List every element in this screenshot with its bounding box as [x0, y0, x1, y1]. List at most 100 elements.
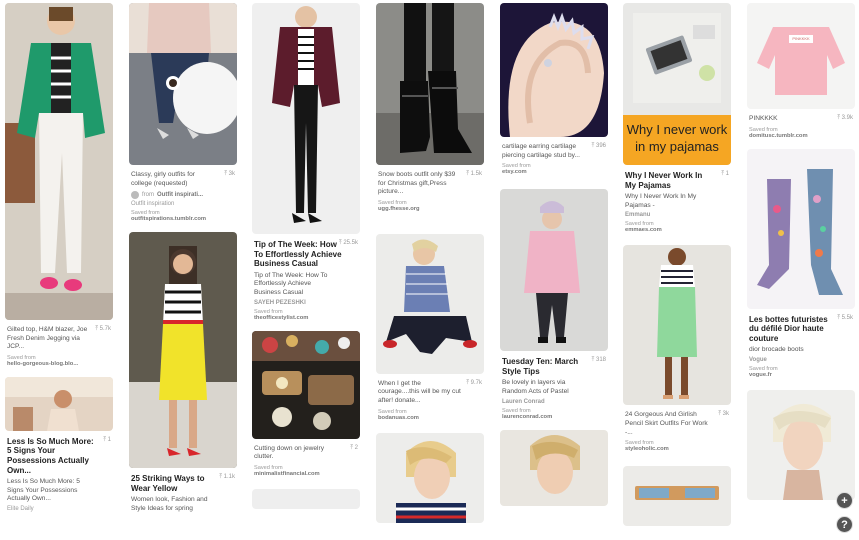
source-link[interactable]: bodanuas.com: [378, 415, 482, 421]
source-link[interactable]: domitusc.tumblr.com: [749, 133, 853, 139]
pin-photo-ear-piercing: [500, 3, 608, 137]
pin-description: cartilage earring cartilage piercing car…: [502, 143, 580, 159]
pin-card[interactable]: PINKKKK PINKKKK ⤒ 3.9k Saved from domitu…: [747, 3, 855, 139]
source-link[interactable]: styleoholic.com: [625, 446, 729, 452]
pin-photo-burgundy-blazer: [252, 3, 360, 234]
pin-card[interactable]: Les bottes futuristes du défilé Dior hau…: [747, 148, 855, 378]
source-link[interactable]: ugg.fhesse.org: [378, 206, 482, 212]
save-count: ⤒ 5.7k: [95, 326, 111, 332]
pin-image[interactable]: [129, 3, 237, 165]
pin-image[interactable]: [129, 232, 237, 469]
board-name[interactable]: Outfit inspirati...: [157, 192, 203, 198]
board-name[interactable]: Emmanu: [625, 212, 729, 218]
pin-photo-jewelry: [252, 330, 360, 439]
pin-card[interactable]: [500, 429, 608, 506]
pin-card[interactable]: Gilted top, H&M blazer, Joe Fresh Denim …: [5, 3, 113, 367]
pin-column-5: cartilage earring cartilage piercing car…: [500, 3, 608, 516]
pin-title[interactable]: Less Is So Much More: 5 Signs Your Posse…: [7, 437, 111, 475]
pin-card[interactable]: Why I never work in my pajamas Why I Nev…: [623, 3, 731, 233]
source-link[interactable]: outfitspirations.tumblr.com: [131, 216, 235, 222]
pin-column-4: Snow boots outfit only $39 for Christmas…: [376, 3, 484, 533]
help-button[interactable]: ?: [836, 516, 853, 533]
pin-card[interactable]: Less Is So Much More: 5 Signs Your Posse…: [5, 376, 113, 512]
save-count: ⤒ 5.5k: [837, 314, 853, 321]
board-name[interactable]: Elite Daily: [7, 506, 111, 512]
pin-card[interactable]: Cutting down on jewelry clutter. ⤒ 2 Sav…: [252, 330, 360, 477]
pin-description: Women look, Fashion and Style Ideas for …: [131, 496, 208, 512]
pin-image[interactable]: [252, 330, 360, 439]
pin-image[interactable]: [376, 233, 484, 374]
pin-photo-coffee-outfit: [129, 3, 237, 165]
source-link[interactable]: hello-gorgeous-blog.blo...: [7, 361, 111, 367]
add-button[interactable]: +: [836, 492, 853, 509]
pin-card[interactable]: Tuesday Ten: March Style Tips ⤒ 318 Be l…: [500, 189, 608, 420]
pin-image[interactable]: [623, 245, 731, 406]
pin-card[interactable]: Tip of The Week: How To Effortlessly Ach…: [252, 3, 360, 321]
pin-card[interactable]: [623, 466, 731, 527]
pin-image[interactable]: [252, 488, 360, 509]
board-subtitle: Outfit inspiration: [131, 201, 175, 208]
pin-photo-sunglasses: [623, 466, 731, 527]
board-name[interactable]: Lauren Conrad: [502, 399, 606, 405]
pin-photo-room-woman: [5, 376, 113, 431]
pin-card[interactable]: Snow boots outfit only $39 for Christmas…: [376, 3, 484, 212]
source-link[interactable]: laurenconrad.com: [502, 414, 606, 420]
pin-image[interactable]: [376, 3, 484, 165]
pin-description: Less Is So Much More: 5 Signs Your Posse…: [7, 478, 80, 503]
pin-description: dior brocade boots: [749, 346, 804, 354]
pin-image[interactable]: [747, 389, 855, 500]
pin-card[interactable]: Classy, girly outfits for college (reque…: [129, 3, 237, 222]
save-count: ⤒ 9.7k: [466, 379, 482, 386]
pin-photo-pixie-cut: [376, 432, 484, 523]
pin-image[interactable]: PINKKKK: [747, 3, 855, 109]
pin-card[interactable]: [747, 389, 855, 500]
pin-column-7: PINKKKK PINKKKK ⤒ 3.9k Saved from domitu…: [747, 3, 855, 510]
pin-image[interactable]: [500, 189, 608, 352]
pin-card[interactable]: 25 Striking Ways to Wear Yellow ⤒ 1.1k W…: [129, 232, 237, 513]
pin-column-6: Why I never work in my pajamas Why I Nev…: [623, 3, 731, 536]
save-count: ⤒ 396: [591, 143, 606, 149]
pin-card[interactable]: 24 Gorgeous And Girlish Pencil Skirt Out…: [623, 245, 731, 452]
pin-image[interactable]: [500, 429, 608, 506]
pin-image[interactable]: [5, 376, 113, 431]
pin-card[interactable]: [252, 488, 360, 509]
pin-image[interactable]: [376, 432, 484, 523]
pin-photo-outfit-green-blazer: [5, 3, 113, 320]
pin-photo-pink-sweater: [500, 189, 608, 352]
pin-image[interactable]: [252, 3, 360, 234]
pin-card[interactable]: cartilage earring cartilage piercing car…: [500, 3, 608, 175]
pin-title[interactable]: Why I Never Work In My Pajamas: [625, 171, 729, 190]
board-name[interactable]: Vogue: [749, 357, 853, 363]
board-attribution[interactable]: from Outfit inspirati...: [131, 191, 235, 200]
save-count: ⤒ 1.5k: [466, 171, 482, 177]
pin-photo-blonde-pixie: [500, 429, 608, 506]
board-avatar: [131, 191, 139, 200]
pin-image[interactable]: Why I never work in my pajamas: [623, 3, 731, 165]
pin-title[interactable]: Tuesday Ten: March Style Tips: [502, 357, 606, 376]
pin-description: 24 Gorgeous And Girlish Pencil Skirt Out…: [625, 411, 708, 436]
pin-image[interactable]: [5, 3, 113, 320]
source-link[interactable]: minimalistfinancial.com: [254, 471, 358, 477]
save-count: ⤒ 3k: [224, 171, 235, 177]
pin-image[interactable]: [747, 148, 855, 309]
source-link[interactable]: emmaes.com: [625, 227, 729, 233]
pin-description: Be lovely in layers via Random Acts of P…: [502, 379, 569, 395]
pin-card[interactable]: When I get the courage....this will be m…: [376, 233, 484, 421]
pin-photo-seated-woman: [376, 233, 484, 374]
question-icon: ?: [841, 518, 848, 531]
save-count: ⤒ 1.1k: [219, 474, 235, 481]
pin-photo-green-pencil-skirt: [623, 245, 731, 406]
pin-photo-boots: [376, 3, 484, 165]
pin-image[interactable]: [623, 466, 731, 527]
pin-description: Cutting down on jewelry clutter.: [254, 444, 325, 461]
board-name[interactable]: SAYEH PEZESHKI: [254, 300, 358, 306]
pin-image[interactable]: [500, 3, 608, 137]
source-link[interactable]: vogue.fr: [749, 372, 853, 378]
pin-photo-platinum-pixie: [747, 389, 855, 500]
save-count: ⤒ 2: [350, 444, 358, 451]
source-link[interactable]: theofficestylist.com: [254, 315, 358, 321]
pin-image-label: PINKKKK: [792, 36, 810, 41]
source-link[interactable]: etsy.com: [502, 169, 606, 175]
pin-card[interactable]: [376, 432, 484, 523]
plus-icon: +: [841, 494, 848, 507]
